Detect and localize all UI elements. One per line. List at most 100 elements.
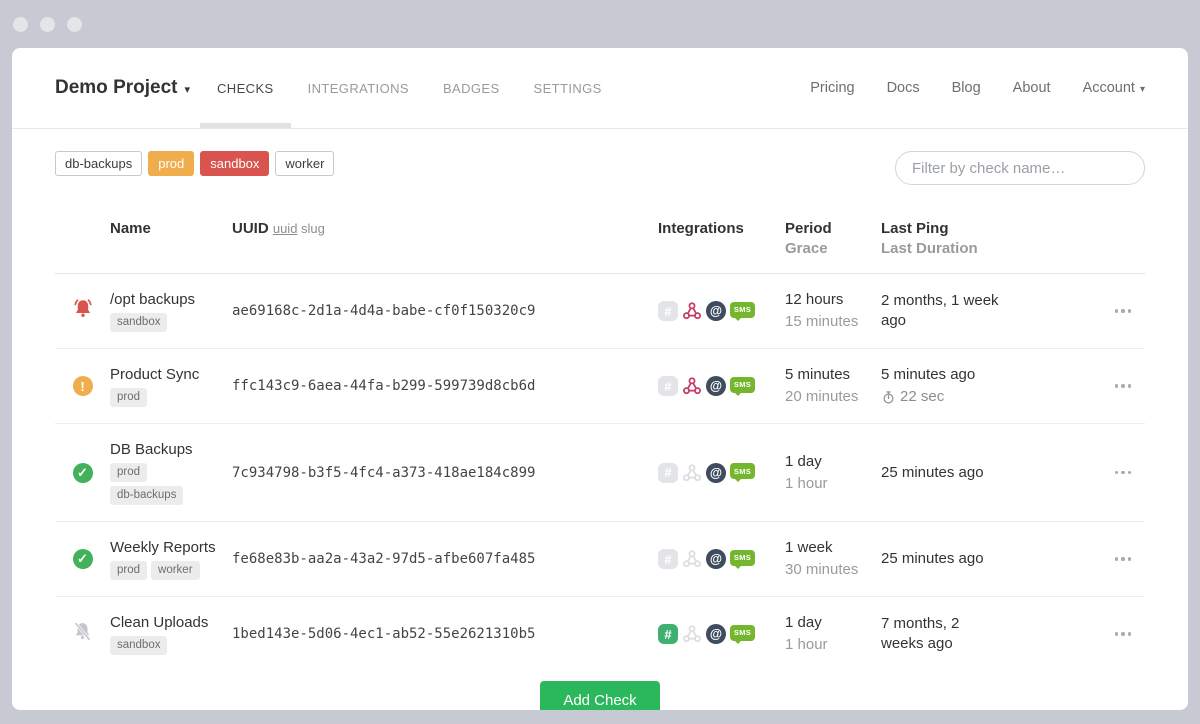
menu-cell <box>1006 551 1145 567</box>
project-selector[interactable]: Demo Project ▾ <box>55 48 190 128</box>
project-name: Demo Project <box>55 77 177 99</box>
webhook-icon <box>682 463 702 483</box>
tag-filters: db-backups prod sandbox worker <box>55 151 334 176</box>
check-tag: worker <box>151 561 200 580</box>
window-dot[interactable] <box>13 17 28 32</box>
uuid-cell: ffc143c9-6aea-44fa-b299-599739d8cb6d <box>232 377 658 395</box>
last-ping-cell: 25 minutes ago <box>881 549 1006 569</box>
integrations-cell: # @SMS <box>658 624 785 644</box>
check-tag: db-backups <box>110 486 183 505</box>
check-name[interactable]: DB Backups <box>110 440 216 460</box>
name-cell: Clean Uploads sandbox <box>110 613 232 655</box>
email-icon: @ <box>706 549 726 569</box>
nav-pricing[interactable]: Pricing <box>810 80 854 96</box>
tab-badges[interactable]: BADGES <box>426 48 517 128</box>
name-cell: Product Sync prod <box>110 365 232 407</box>
checks-table: Name UUID uuid slug Integrations Period … <box>55 185 1145 671</box>
uuid-format-toggle[interactable]: uuid <box>273 221 298 236</box>
tag-filter-prod[interactable]: prod <box>148 151 194 176</box>
nav-about[interactable]: About <box>1013 80 1051 96</box>
tab-integrations[interactable]: INTEGRATIONS <box>291 48 426 128</box>
integration-icons: #@SMS <box>658 376 785 396</box>
slack-icon: # <box>658 301 678 321</box>
integration-icons: # @SMS <box>658 624 785 644</box>
period-cell: 5 minutes 20 minutes <box>785 365 881 407</box>
menu-cell <box>1006 303 1145 319</box>
row-menu-button[interactable] <box>1113 378 1134 394</box>
row-menu-button[interactable] <box>1113 626 1134 642</box>
table-row[interactable]: ! Product Sync prod ffc143c9-6aea-44fa-b… <box>55 349 1145 424</box>
check-name[interactable]: Weekly Reports <box>110 538 216 558</box>
row-menu-button[interactable] <box>1113 551 1134 567</box>
check-last-ping: 25 minutes ago <box>881 463 1006 483</box>
name-cell: Weekly Reports prodworker <box>110 538 232 580</box>
sms-icon: SMS <box>730 463 755 479</box>
uuid-cell: 7c934798-b3f5-4fc4-a373-418ae184c899 <box>232 464 658 482</box>
window-dot[interactable] <box>67 17 82 32</box>
up-status-icon: ✓ <box>73 463 93 483</box>
chevron-down-icon: ▾ <box>184 80 190 96</box>
period-cell: 1 week 30 minutes <box>785 538 881 580</box>
column-last-ping-label: Last Ping <box>881 219 1006 239</box>
period-cell: 1 day 1 hour <box>785 613 881 655</box>
check-tags: proddb-backups <box>110 463 216 505</box>
name-cell: DB Backups proddb-backups <box>110 440 232 505</box>
check-period: 12 hours <box>785 290 881 310</box>
sms-icon: SMS <box>730 625 755 641</box>
integrations-cell: #@SMS <box>658 376 785 396</box>
tag-filter-worker[interactable]: worker <box>275 151 334 176</box>
status-icon-slot: ✓ <box>73 463 93 483</box>
slack-icon: # <box>658 624 678 644</box>
alert-bell-icon <box>71 297 95 321</box>
table-row[interactable]: ✓ Weekly Reports prodworker fe68e83b-aa2… <box>55 522 1145 597</box>
window-dot[interactable] <box>40 17 55 32</box>
grace-status-icon: ! <box>73 376 93 396</box>
check-grace: 20 minutes <box>785 387 881 407</box>
check-last-duration: 22 sec <box>881 387 1006 407</box>
app-header: Demo Project ▾ CHECKS INTEGRATIONS BADGE… <box>12 48 1188 129</box>
column-period-grace: Period Grace <box>785 219 881 259</box>
email-icon: @ <box>706 624 726 644</box>
table-row[interactable]: /opt backups sandbox ae69168c-2d1a-4d4a-… <box>55 274 1145 349</box>
check-period: 1 day <box>785 452 881 472</box>
status-icon-slot: ✓ <box>73 549 93 569</box>
tab-checks[interactable]: CHECKS <box>200 48 291 128</box>
check-uuid: ffc143c9-6aea-44fa-b299-599739d8cb6d <box>232 378 535 394</box>
nav-blog[interactable]: Blog <box>952 80 981 96</box>
status-icon-slot <box>71 297 95 326</box>
tab-settings[interactable]: SETTINGS <box>517 48 619 128</box>
nav-docs[interactable]: Docs <box>887 80 920 96</box>
check-tag: sandbox <box>110 636 167 655</box>
sms-icon: SMS <box>730 550 755 566</box>
check-uuid: 7c934798-b3f5-4fc4-a373-418ae184c899 <box>232 465 535 481</box>
row-menu-button[interactable] <box>1113 303 1134 319</box>
check-name[interactable]: Clean Uploads <box>110 613 216 633</box>
last-ping-cell: 2 months, 1 week ago <box>881 291 1006 331</box>
status-cell <box>55 297 110 326</box>
check-name-filter-input[interactable] <box>895 151 1145 185</box>
integration-icons: #@SMS <box>658 301 785 321</box>
name-cell: /opt backups sandbox <box>110 290 232 332</box>
account-menu[interactable]: Account▾ <box>1083 80 1145 96</box>
site-nav: Pricing Docs Blog About Account▾ <box>810 48 1145 128</box>
tag-filter-db-backups[interactable]: db-backups <box>55 151 142 176</box>
menu-cell <box>1006 378 1145 394</box>
table-row[interactable]: Clean Uploads sandbox 1bed143e-5d06-4ec1… <box>55 597 1145 671</box>
table-row[interactable]: ✓ DB Backups proddb-backups 7c934798-b3f… <box>55 424 1145 522</box>
sms-icon: SMS <box>730 302 755 318</box>
column-uuid: UUID uuid slug <box>232 219 658 239</box>
row-menu-button[interactable] <box>1113 465 1134 481</box>
tag-filter-sandbox[interactable]: sandbox <box>200 151 269 176</box>
check-name[interactable]: Product Sync <box>110 365 216 385</box>
add-check-button[interactable]: Add Check <box>540 681 659 710</box>
check-last-ping: 2 months, 1 week ago <box>881 291 1006 331</box>
check-uuid: fe68e83b-aa2a-43a2-97d5-afbe607fa485 <box>232 551 535 567</box>
integrations-cell: #@SMS <box>658 463 785 483</box>
check-period: 1 day <box>785 613 881 633</box>
status-icon-slot: ! <box>73 376 93 396</box>
check-uuid: ae69168c-2d1a-4d4a-babe-cf0f150320c9 <box>232 303 535 319</box>
uuid-cell: fe68e83b-aa2a-43a2-97d5-afbe607fa485 <box>232 550 658 568</box>
slug-format-toggle[interactable]: slug <box>301 221 325 236</box>
check-name[interactable]: /opt backups <box>110 290 216 310</box>
column-integrations: Integrations <box>658 219 785 239</box>
